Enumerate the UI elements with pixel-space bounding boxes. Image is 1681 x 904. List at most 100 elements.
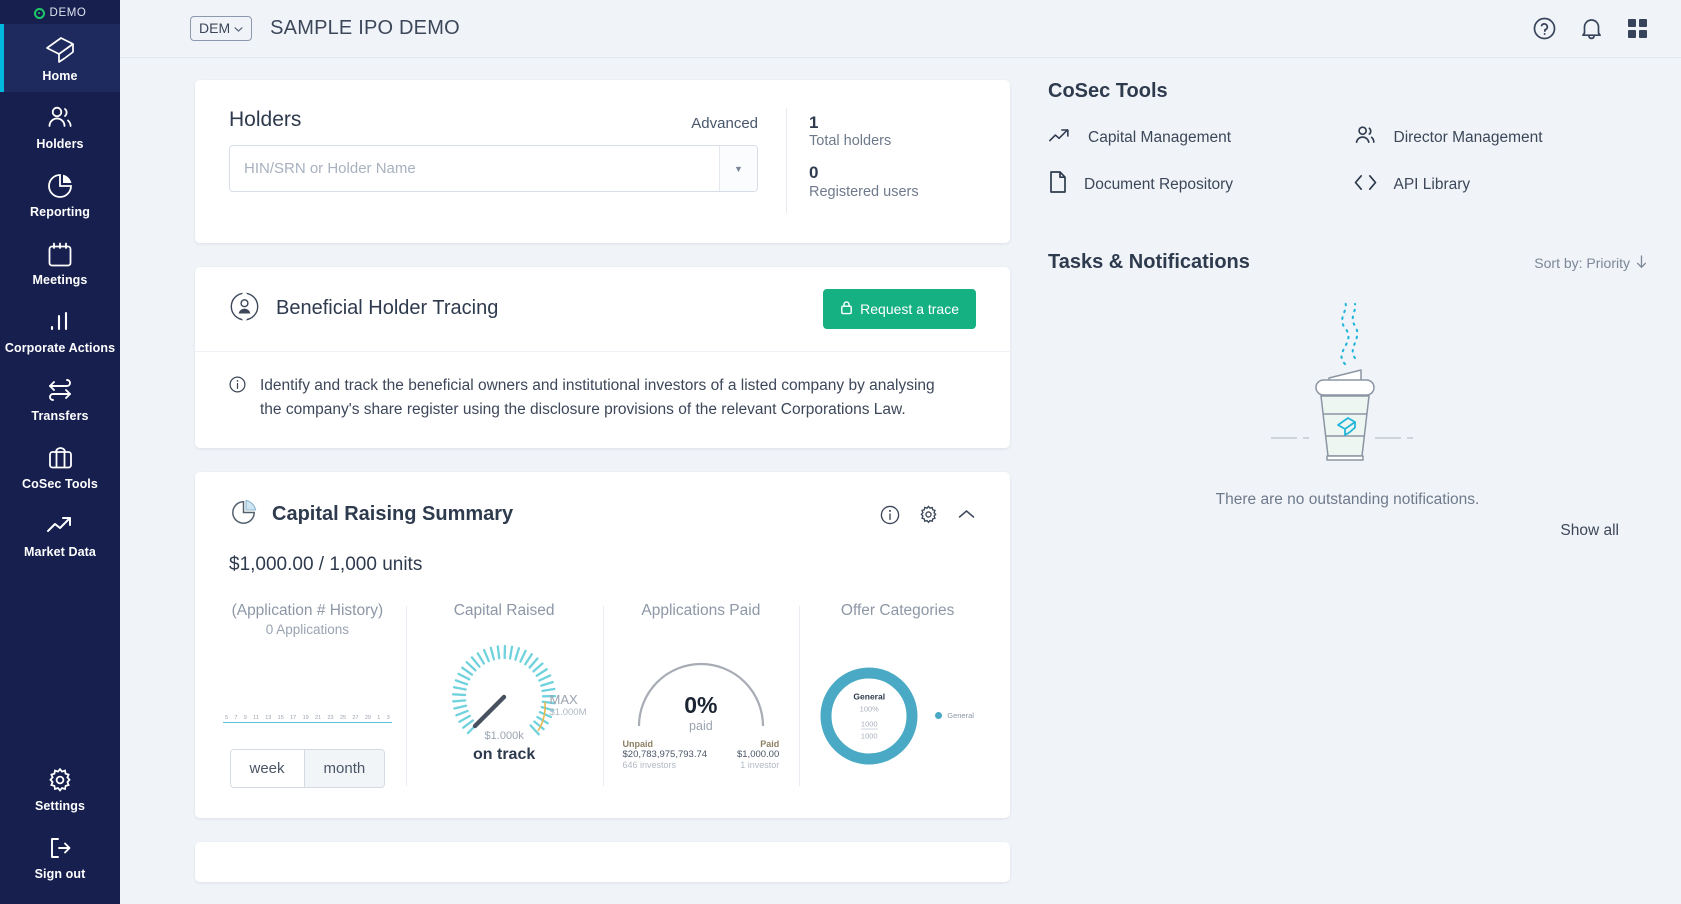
people-icon <box>1353 125 1378 151</box>
sidebar-label-meetings: Meetings <box>32 273 88 287</box>
bht-description: Identify and track the beneficial owners… <box>260 376 935 418</box>
help-circle-icon[interactable] <box>1532 16 1557 41</box>
history-range-toggle: week month <box>229 748 386 788</box>
info-icon[interactable] <box>880 505 900 525</box>
paid-percent-label: paid <box>689 718 713 733</box>
gear-icon[interactable] <box>918 504 939 525</box>
code-brackets-icon <box>1353 173 1378 197</box>
topbar-icon-group <box>1532 16 1649 41</box>
sidebar-item-sign-out[interactable]: Sign out <box>0 822 120 890</box>
sidebar-item-corporate-actions[interactable]: Corporate Actions <box>0 296 120 364</box>
history-range-toggle-wrap: week month <box>223 748 392 788</box>
sidebar-item-market-data[interactable]: Market Data <box>0 500 120 568</box>
registered-users-label: Registered users <box>809 183 919 200</box>
gauge-current-value: $1.000k <box>484 729 524 742</box>
legend-color-swatch <box>935 712 943 720</box>
notifications-empty-state: There are no outstanding notifications. <box>1048 292 1647 509</box>
bht-title: Beneficial Holder Tracing <box>276 297 499 319</box>
sidebar-label-reporting: Reporting <box>30 205 90 219</box>
panel-applications-paid: Applications Paid 0% paid Unpaid $20,783… <box>602 601 800 796</box>
lock-icon <box>840 300 853 318</box>
toggle-week[interactable]: week <box>230 749 305 787</box>
sidebar-item-holders[interactable]: Holders <box>0 92 120 160</box>
donut-percent: 100% <box>859 704 879 714</box>
cosec-item-director-management[interactable]: Director Management <box>1353 125 1648 151</box>
panel-application-history: (Application # History) 0 Applications 5… <box>209 602 406 796</box>
x-tick: 1 <box>377 714 381 721</box>
cosec-tools-grid: Capital Management Director Management D… <box>1048 125 1647 199</box>
panel-title-capital-raised: Capital Raised <box>453 601 555 619</box>
unpaid-investors: 646 investors <box>622 759 677 770</box>
holders-header: Holders Advanced <box>229 108 758 132</box>
x-tick: 21 <box>315 714 322 721</box>
sign-out-icon <box>2 833 118 863</box>
next-card-stub <box>195 841 1010 882</box>
sidebar-item-settings[interactable]: Settings <box>0 754 120 822</box>
history-chart-axis: 5 7 9 11 13 15 17 19 21 23 25 27 29 1 3 <box>223 715 392 723</box>
request-a-trace-button[interactable]: Request a trace <box>823 288 976 329</box>
ticker-label: DEM <box>199 20 231 36</box>
cosec-item-api-library[interactable]: API Library <box>1353 170 1648 199</box>
coffee-cup-illustration <box>1270 300 1421 461</box>
sidebar-bottom: Settings Sign out <box>0 754 120 904</box>
bht-body: Identify and track the beneficial owners… <box>195 352 1010 448</box>
cosec-label-api-library: API Library <box>1393 175 1471 193</box>
sidebar-item-meetings[interactable]: Meetings <box>0 228 120 296</box>
right-column: CoSec Tools Capital Management Director … <box>1010 80 1681 904</box>
grid-apps-icon[interactable] <box>1626 17 1649 40</box>
sidebar-item-home[interactable]: Home <box>0 24 120 92</box>
cosec-item-capital-management[interactable]: Capital Management <box>1048 125 1343 151</box>
offer-categories-donut: General 100% 1000 1000 <box>817 664 921 768</box>
paid-segments: Unpaid $20,783,975,793.74 646 investors … <box>623 739 780 770</box>
crs-header: Capital Raising Summary <box>195 472 1010 532</box>
sidebar-label-corporate-actions: Corporate Actions <box>4 341 116 355</box>
holder-trace-icon <box>229 290 260 327</box>
sort-by-control[interactable]: Sort by: Priority <box>1534 254 1647 272</box>
search-input[interactable] <box>230 146 719 191</box>
x-tick: 15 <box>277 714 284 721</box>
crs-amount: $1,000.00 / 1,000 units <box>229 553 423 575</box>
x-tick: 25 <box>339 714 347 721</box>
gauge-max-block: MAX $1.000M <box>550 692 587 718</box>
gauge-max-label: MAX <box>549 691 578 707</box>
sidebar-label-cosec-tools: CoSec Tools <box>22 477 98 491</box>
paid-percent-value: 0% <box>684 691 718 718</box>
x-tick: 9 <box>243 714 247 721</box>
panel-offer-categories: Offer Categories General 100% 1000 1000 … <box>799 602 996 796</box>
beneficial-holder-tracing-card: Beneficial Holder Tracing Request a trac… <box>195 266 1010 448</box>
panel-title-applications-paid: Applications Paid <box>641 601 761 619</box>
panel-subtitle-applications-count: 0 Applications <box>265 621 350 637</box>
holders-card: Holders Advanced ▼ 1 Total holders 0 <box>195 80 1010 243</box>
donut-category-name: General <box>853 691 886 702</box>
cosec-item-document-repository[interactable]: Document Repository <box>1048 170 1343 199</box>
donut-numerator: 1000 <box>860 719 878 730</box>
gauge-max-value: $1.000M <box>549 706 587 718</box>
ticker-selector[interactable]: DEM <box>190 16 253 41</box>
x-tick: 7 <box>234 714 238 721</box>
bar-chart-icon <box>2 307 118 337</box>
gauge-status-label: on track <box>473 745 536 763</box>
chevron-up-icon[interactable] <box>957 508 976 521</box>
search-dropdown-toggle[interactable]: ▼ <box>719 146 757 191</box>
x-tick: 27 <box>352 714 359 721</box>
sidebar-item-reporting[interactable]: Reporting <box>0 160 120 228</box>
logo-icon <box>2 35 118 65</box>
panel-capital-raised: Capital Raised MAX $1.000M $1.000k on tr… <box>405 601 603 796</box>
tasks-notifications-header: Tasks & Notifications Sort by: Priority <box>1048 251 1647 274</box>
x-tick: 13 <box>265 714 272 721</box>
toggle-month[interactable]: month <box>304 749 385 787</box>
demo-badge: DEMO <box>33 7 87 19</box>
total-holders-label: Total holders <box>809 133 892 150</box>
pie-chart-icon <box>2 171 118 201</box>
bell-icon[interactable] <box>1580 16 1603 41</box>
legend-label: General <box>947 711 974 721</box>
history-x-tick-labels: 5 7 9 11 13 15 17 19 21 23 25 27 29 1 3 <box>223 715 392 721</box>
sidebar-item-transfers[interactable]: Transfers <box>0 364 120 432</box>
advanced-search-link[interactable]: Advanced <box>691 115 758 132</box>
demo-status-dot <box>33 7 45 19</box>
show-all-link[interactable]: Show all <box>1048 522 1647 540</box>
paid-segment: Paid $1,000.00 1 investor <box>737 739 779 770</box>
donut-legend: General <box>935 711 974 720</box>
sidebar-item-cosec-tools[interactable]: CoSec Tools <box>0 432 120 500</box>
capital-raising-summary-card: Capital Raising Summary $1,000.00 / 1,00… <box>195 471 1010 818</box>
